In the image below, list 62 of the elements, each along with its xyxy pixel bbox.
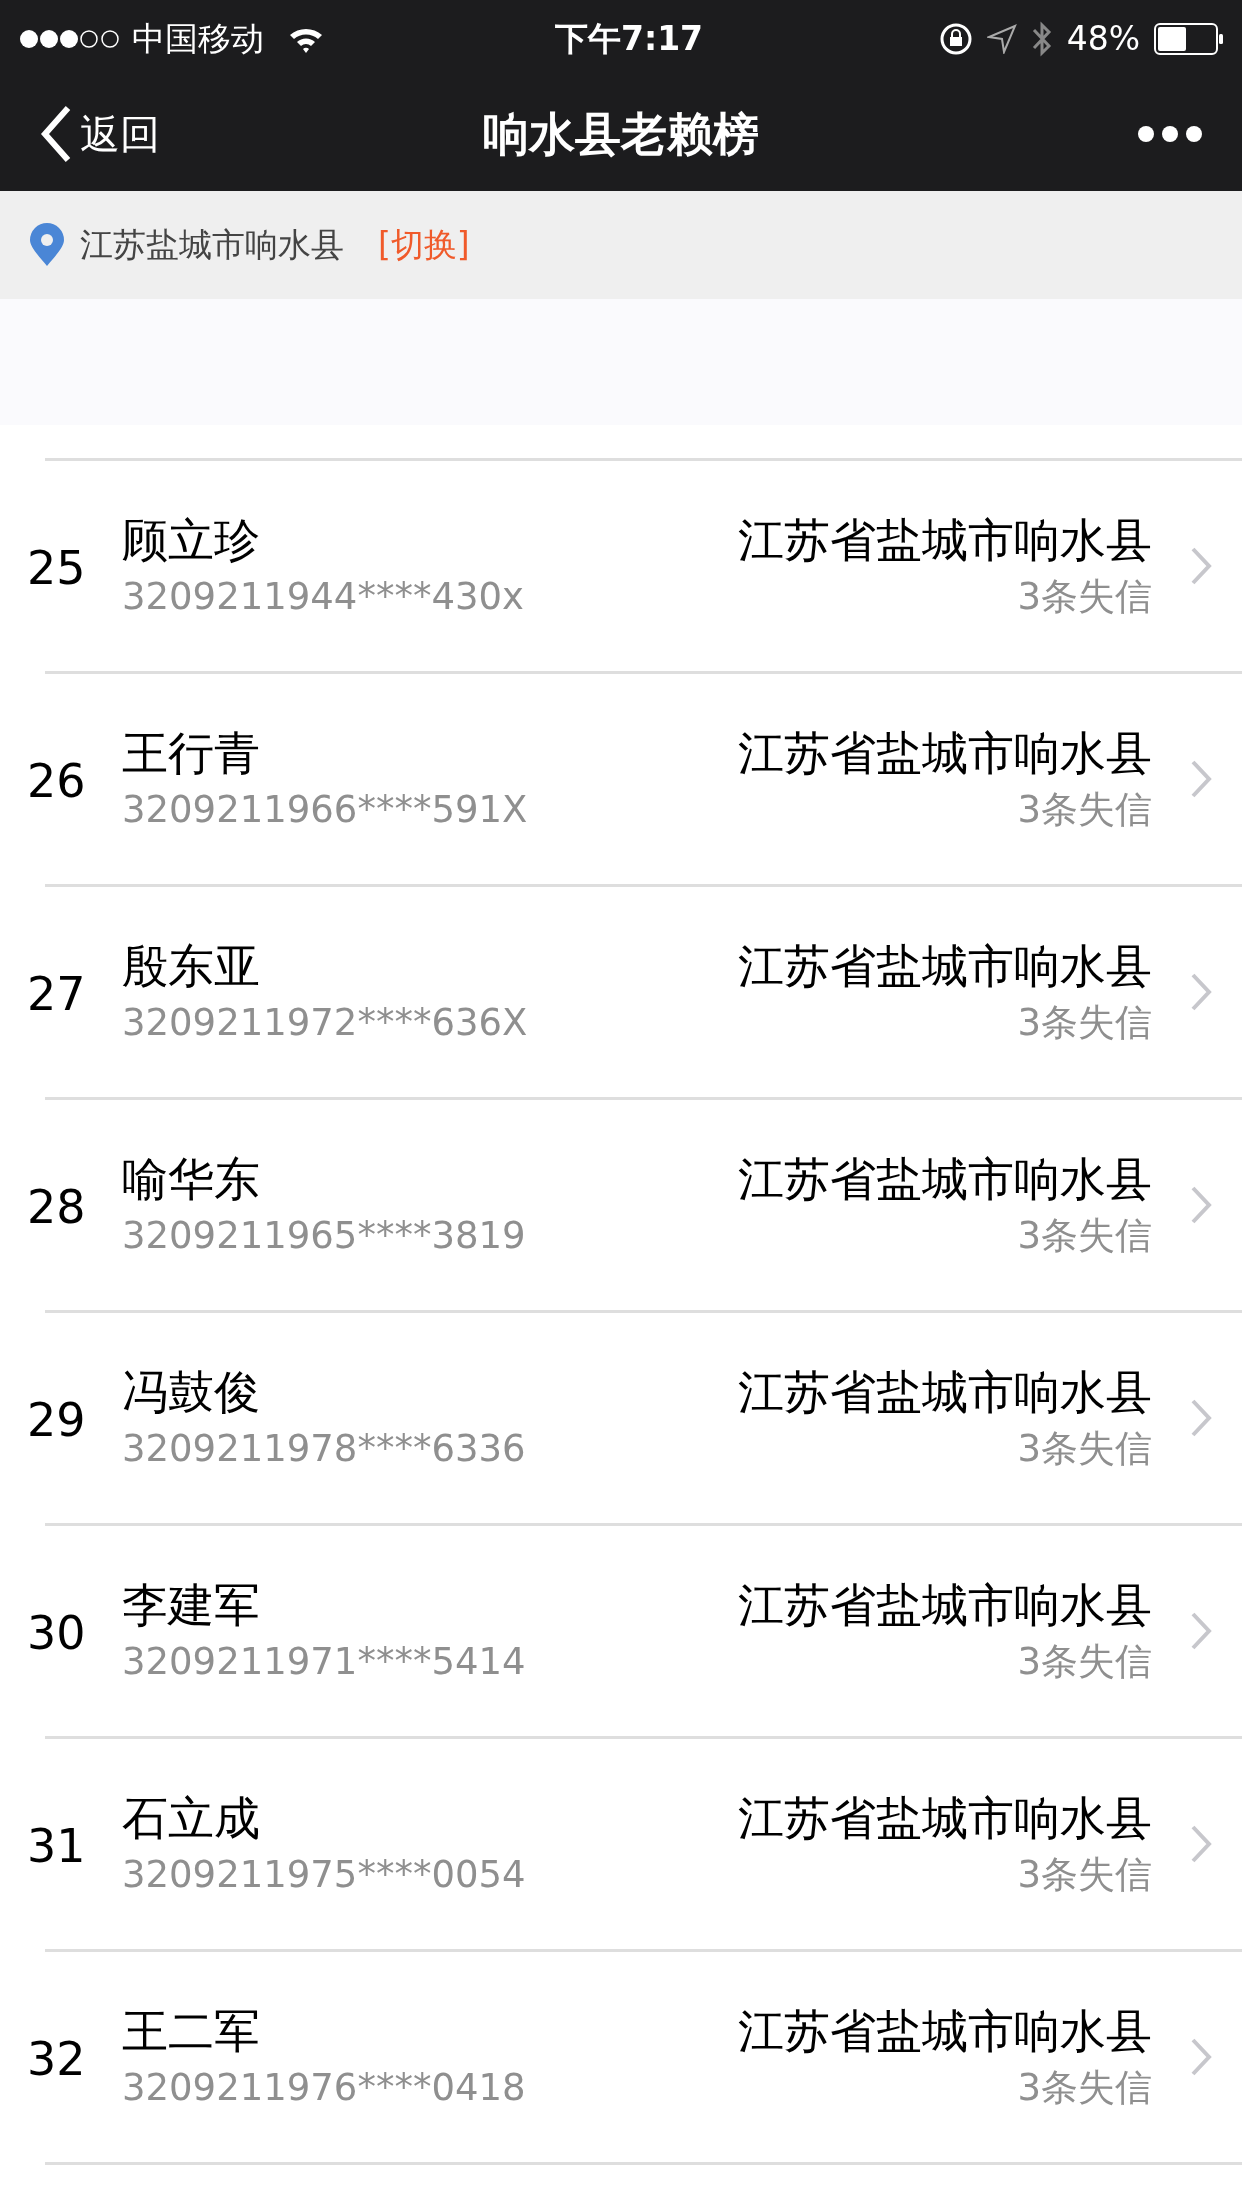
location-pin-icon <box>28 223 66 267</box>
record-count: 3条失信 <box>1017 787 1152 833</box>
person-name: 王二军 <box>122 2003 261 2060</box>
status-time: 下午7:17 <box>555 17 704 60</box>
id-number: 3209211965****3819 <box>122 1213 526 1259</box>
rank-number: 27 <box>27 965 87 1023</box>
chevron-right-icon <box>1190 1398 1212 1438</box>
region-text: 江苏省盐城市响水县 <box>738 725 1152 782</box>
chevron-right-icon <box>1190 2037 1212 2077</box>
chevron-right-icon <box>1190 1824 1212 1864</box>
rank-number: 25 <box>27 539 87 597</box>
rank-number: 32 <box>27 2030 87 2088</box>
id-number: 3209211972****636X <box>122 1000 528 1046</box>
person-name: 冯鼓俊 <box>122 1364 261 1421</box>
id-number: 3209211976****0418 <box>122 2065 526 2111</box>
record-count: 3条失信 <box>1017 1852 1152 1898</box>
chevron-right-icon <box>1190 1185 1212 1225</box>
region-text: 江苏省盐城市响水县 <box>738 1364 1152 1421</box>
record-count: 3条失信 <box>1017 2065 1152 2111</box>
location-arrow-icon <box>986 23 1017 54</box>
region-text: 江苏省盐城市响水县 <box>738 938 1152 995</box>
battery-percent: 48% <box>1066 17 1140 60</box>
chevron-right-icon <box>1190 546 1212 586</box>
record-count: 3条失信 <box>1017 1000 1152 1046</box>
id-number: 3209211966****591X <box>122 787 528 833</box>
chevron-right-icon <box>1190 972 1212 1012</box>
back-chevron-icon <box>40 105 72 163</box>
region-text: 江苏省盐城市响水县 <box>738 512 1152 569</box>
id-number: 3209211971****5414 <box>122 1639 526 1685</box>
back-button[interactable]: 返回 <box>40 104 160 164</box>
region-text: 江苏省盐城市响水县 <box>738 1151 1152 1208</box>
person-name: 李建军 <box>122 1577 261 1634</box>
record-count: 3条失信 <box>1017 1213 1152 1259</box>
id-number: 3209211975****0054 <box>122 1852 526 1898</box>
person-name: 石立成 <box>122 1790 261 1847</box>
id-number: 3209211944****430x <box>122 574 524 620</box>
rotation-lock-icon <box>938 21 973 56</box>
rank-number: 31 <box>27 1817 87 1875</box>
battery-icon <box>1154 22 1224 55</box>
rank-number: 28 <box>27 1178 87 1236</box>
record-count: 3条失信 <box>1017 574 1152 620</box>
more-button[interactable] <box>1138 126 1202 142</box>
record-count: 3条失信 <box>1017 1639 1152 1685</box>
rank-number: 26 <box>27 752 87 810</box>
region-text: 江苏省盐城市响水县 <box>738 1577 1152 1634</box>
page-title: 响水县老赖榜 <box>483 105 759 163</box>
person-name: 殷东亚 <box>122 938 261 995</box>
chevron-right-icon <box>1190 1611 1212 1651</box>
rank-number: 29 <box>27 1391 87 1449</box>
rank-number: 30 <box>27 1604 87 1662</box>
signal-icon <box>18 27 122 50</box>
id-number: 3209211978****6336 <box>122 1426 526 1472</box>
region-text: 江苏省盐城市响水县 <box>738 1790 1152 1847</box>
person-name: 王行青 <box>122 725 261 782</box>
carrier-name: 中国移动 <box>132 17 264 60</box>
person-name: 喻华东 <box>122 1151 261 1208</box>
person-name: 顾立珍 <box>122 512 261 569</box>
record-count: 3条失信 <box>1017 1426 1152 1472</box>
bluetooth-icon <box>1030 19 1053 58</box>
location-text: 江苏盐城市响水县 <box>80 224 344 267</box>
chevron-right-icon <box>1190 759 1212 799</box>
region-text: 江苏省盐城市响水县 <box>738 2003 1152 2060</box>
